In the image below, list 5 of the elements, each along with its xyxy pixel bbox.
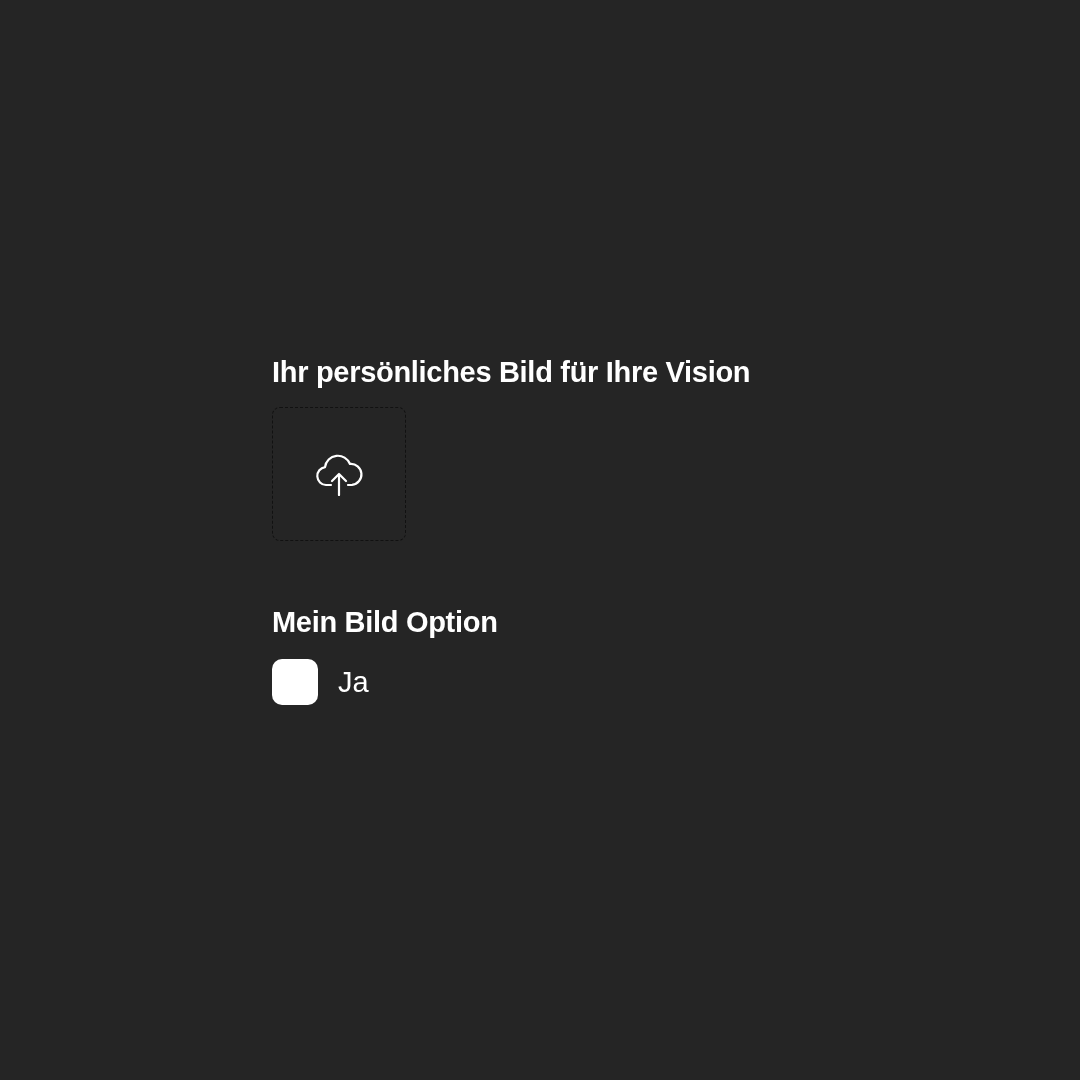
section-heading: Ihr persönliches Bild für Ihre Vision <box>272 355 751 390</box>
checkbox[interactable] <box>272 659 318 705</box>
cloud-upload-icon <box>314 452 364 496</box>
section-heading: Mein Bild Option <box>272 605 498 640</box>
option-label: Ja <box>338 665 369 699</box>
